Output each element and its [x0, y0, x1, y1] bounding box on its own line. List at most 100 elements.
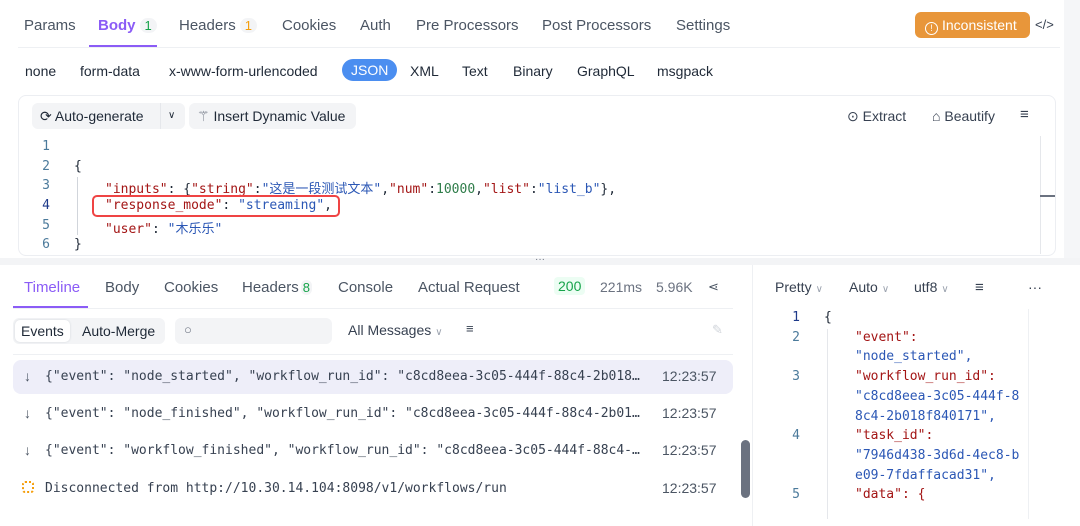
- code-line: "7946d438-3d6d-4ec8-b: [855, 447, 1020, 463]
- tab-actual-request[interactable]: Actual Request: [418, 279, 520, 296]
- code-line: "event":: [855, 329, 918, 345]
- body-type-xml[interactable]: XML: [410, 63, 439, 79]
- code-line: "node_started",: [855, 349, 973, 365]
- encoding-dropdown[interactable]: utf8 ∨: [914, 279, 949, 295]
- tab-settings[interactable]: Settings: [676, 17, 730, 34]
- tab-cookies[interactable]: Cookies: [282, 17, 336, 34]
- code-line: "c8cd8eea-3c05-444f-8: [855, 388, 1020, 404]
- inconsistent-button[interactable]: ! Inconsistent: [915, 12, 1030, 38]
- magic-wand-icon: ⚚: [197, 108, 210, 124]
- share-icon[interactable]: ⋖: [708, 279, 719, 295]
- events-toggle[interactable]: Events: [15, 320, 70, 342]
- messages-filter-dropdown[interactable]: All Messages ∨: [348, 322, 443, 338]
- response-time: 221ms: [600, 279, 643, 295]
- more-options-button[interactable]: ···: [1028, 279, 1042, 295]
- line-number: 1: [42, 139, 50, 154]
- tab-response-cookies[interactable]: Cookies: [164, 279, 218, 296]
- highlight-box: [92, 195, 340, 217]
- tab-pre-processors[interactable]: Pre Processors: [416, 17, 519, 34]
- line-number: 1: [792, 310, 800, 325]
- body-type-form-data[interactable]: form-data: [80, 63, 140, 79]
- line-number: 4: [42, 198, 50, 213]
- wrap-lines-icon[interactable]: ≡: [975, 279, 984, 296]
- line-number: 4: [792, 428, 800, 444]
- auto-generate-button[interactable]: ⟳ Auto-generate ∨: [32, 103, 185, 129]
- indent-guide: [77, 177, 78, 235]
- editor-scroll-thumb[interactable]: [1040, 195, 1055, 197]
- body-type-msgpack[interactable]: msgpack: [657, 63, 713, 79]
- code-token: 10000: [436, 182, 476, 197]
- code-token: "num": [389, 182, 429, 197]
- tab-post-processors[interactable]: Post Processors: [542, 17, 651, 34]
- body-type-json[interactable]: JSON: [342, 59, 398, 81]
- refresh-icon: ⟳: [40, 108, 52, 124]
- event-text: {"event": "workflow_finished", "workflow…: [45, 443, 640, 458]
- extract-label: Extract: [862, 108, 907, 124]
- line-number: 3: [792, 369, 800, 385]
- chevron-down-icon: ∨: [881, 284, 890, 295]
- clear-icon[interactable]: ✎: [712, 322, 723, 338]
- extract-button[interactable]: ⊙ Extract: [847, 108, 906, 125]
- chevron-down-icon: ∨: [435, 327, 443, 338]
- body-type-none[interactable]: none: [25, 63, 56, 79]
- event-time: 12:23:57: [662, 405, 717, 421]
- sort-icon[interactable]: ≡: [466, 321, 474, 336]
- headers-count-badge: 1: [239, 18, 257, 33]
- tab-params[interactable]: Params: [24, 17, 76, 34]
- code-line: {: [824, 310, 832, 325]
- body-type-text[interactable]: Text: [462, 63, 488, 79]
- event-text: {"event": "node_finished", "workflow_run…: [45, 406, 640, 421]
- code-token: ,: [475, 182, 483, 197]
- status-code-badge: 200: [554, 277, 586, 295]
- auto-merge-toggle[interactable]: Auto-Merge: [82, 320, 155, 342]
- tab-console[interactable]: Console: [338, 279, 393, 296]
- code-line[interactable]: "user": "木乐乐": [105, 218, 222, 237]
- tab-body-label: Body: [98, 17, 136, 34]
- tab-timeline[interactable]: Timeline: [24, 279, 80, 296]
- extract-icon: ⊙: [847, 108, 859, 124]
- line-number: 2: [792, 329, 800, 345]
- format-dropdown[interactable]: Pretty ∨: [775, 279, 823, 295]
- headers-count-badge: 8: [300, 280, 312, 295]
- line-number: 6: [42, 237, 50, 252]
- code-token: "list": [482, 182, 530, 197]
- code-token: "木乐乐": [167, 222, 223, 237]
- tab-body[interactable]: Body 1: [98, 17, 157, 34]
- code-icon[interactable]: </>: [1035, 17, 1054, 32]
- body-type-binary[interactable]: Binary: [513, 63, 553, 79]
- line-number: 2: [42, 159, 50, 174]
- mode-dropdown[interactable]: Auto ∨: [849, 279, 889, 295]
- response-size: 5.96K: [656, 279, 693, 295]
- line-number: 3: [42, 178, 50, 193]
- code-line[interactable]: {: [74, 159, 82, 174]
- tab-response-headers[interactable]: Headers 8: [242, 279, 312, 296]
- timeline-scrollbar-thumb[interactable]: [741, 440, 750, 498]
- chevron-down-icon: ∨: [941, 284, 949, 295]
- tab-headers[interactable]: Headers 1: [179, 17, 257, 34]
- body-type-graphql[interactable]: GraphQL: [577, 63, 635, 79]
- insert-dynamic-value-button[interactable]: ⚚ Insert Dynamic Value: [189, 103, 356, 129]
- tabs-divider: [13, 308, 733, 309]
- code-token: :: [529, 182, 538, 197]
- tab-response-headers-label: Headers: [242, 279, 299, 296]
- event-time: 12:23:57: [662, 480, 717, 496]
- chevron-down-icon[interactable]: ∨: [160, 103, 175, 129]
- tab-auth[interactable]: Auth: [360, 17, 391, 34]
- search-icon: ○: [184, 322, 192, 337]
- messages-filter-label: All Messages: [348, 322, 432, 338]
- body-type-urlencoded[interactable]: x-www-form-urlencoded: [169, 63, 318, 79]
- format-label: Pretty: [775, 279, 812, 295]
- code-token: "list_b": [537, 182, 601, 197]
- code-token: "user": [105, 222, 152, 237]
- code-line: e09-7fdaffacad31",: [855, 467, 996, 483]
- tab-headers-label: Headers: [179, 17, 236, 34]
- panel-splitter[interactable]: ···: [0, 255, 1080, 265]
- event-time: 12:23:57: [662, 368, 717, 384]
- wrap-lines-icon[interactable]: ≡: [1020, 106, 1029, 123]
- beautify-button[interactable]: ⌂ Beautify: [932, 108, 995, 124]
- code-line[interactable]: }: [74, 237, 82, 252]
- arrow-down-icon: ↓: [24, 368, 31, 384]
- tab-response-body[interactable]: Body: [105, 279, 139, 296]
- search-input[interactable]: ○: [175, 318, 332, 344]
- viewer-right-border: [1028, 309, 1029, 519]
